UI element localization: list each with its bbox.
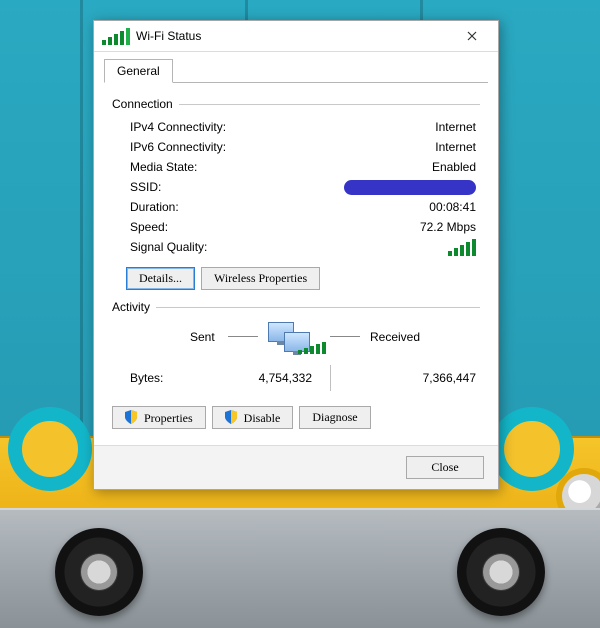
wireless-properties-button-label: Wireless Properties (214, 271, 307, 285)
disable-button-label: Disable (244, 411, 281, 425)
signal-quality-value (270, 239, 480, 256)
close-icon (467, 31, 477, 41)
media-state-value: Enabled (270, 160, 480, 174)
sent-label: Sent (190, 330, 215, 344)
properties-button[interactable]: Properties (112, 406, 206, 429)
network-monitors-icon (268, 322, 312, 356)
wifi-icon (102, 28, 130, 45)
group-activity: Activity (112, 300, 480, 314)
ipv4-connectivity-value: Internet (270, 120, 480, 134)
desktop-wallpaper: Wi-Fi Status General Connection IPv4 Con… (0, 0, 600, 628)
activity-separator (330, 365, 331, 391)
car-wheel (55, 528, 143, 616)
disable-button[interactable]: Disable (212, 406, 294, 429)
ipv4-connectivity-label: IPv4 Connectivity: (112, 120, 270, 134)
properties-button-label: Properties (144, 411, 193, 425)
shield-icon (125, 410, 137, 424)
wireless-properties-button[interactable]: Wireless Properties (201, 267, 320, 290)
close-button[interactable]: Close (406, 456, 484, 479)
dialog-footer: Close (94, 445, 498, 489)
tabstrip: General (94, 52, 498, 82)
duration-value: 00:08:41 (270, 200, 480, 214)
car-decor-ring (490, 407, 574, 491)
signal-quality-label: Signal Quality: (112, 240, 270, 254)
diagnose-button-label: Diagnose (312, 410, 357, 424)
details-button-label: Details... (139, 271, 182, 285)
ipv6-connectivity-value: Internet (270, 140, 480, 154)
ssid-value-redacted (270, 179, 480, 194)
ssid-label: SSID: (112, 180, 270, 194)
media-state-label: Media State: (112, 160, 270, 174)
group-activity-label: Activity (112, 300, 156, 314)
bytes-label: Bytes: (112, 371, 202, 385)
wifi-status-dialog: Wi-Fi Status General Connection IPv4 Con… (93, 20, 499, 490)
titlebar[interactable]: Wi-Fi Status (94, 21, 498, 52)
received-label: Received (370, 330, 420, 344)
window-close-button[interactable] (452, 24, 492, 48)
window-title: Wi-Fi Status (136, 29, 201, 43)
signal-bars-icon (448, 239, 476, 256)
diagnose-button[interactable]: Diagnose (299, 406, 370, 429)
group-connection-label: Connection (112, 97, 179, 111)
tab-general[interactable]: General (104, 59, 173, 83)
details-button[interactable]: Details... (126, 267, 195, 290)
received-line (330, 336, 360, 337)
ipv6-connectivity-label: IPv6 Connectivity: (112, 140, 270, 154)
car-decor-ring (8, 407, 92, 491)
sent-line (228, 336, 258, 337)
duration-label: Duration: (112, 200, 270, 214)
group-connection: Connection (112, 97, 480, 111)
speed-value: 72.2 Mbps (270, 220, 480, 234)
shield-icon (225, 410, 237, 424)
car-wheel (457, 528, 545, 616)
bytes-received-value: 7,366,447 (349, 371, 480, 385)
close-button-label: Close (431, 460, 458, 474)
tab-general-label: General (117, 64, 160, 78)
speed-label: Speed: (112, 220, 270, 234)
bytes-sent-value: 4,754,332 (202, 371, 312, 385)
